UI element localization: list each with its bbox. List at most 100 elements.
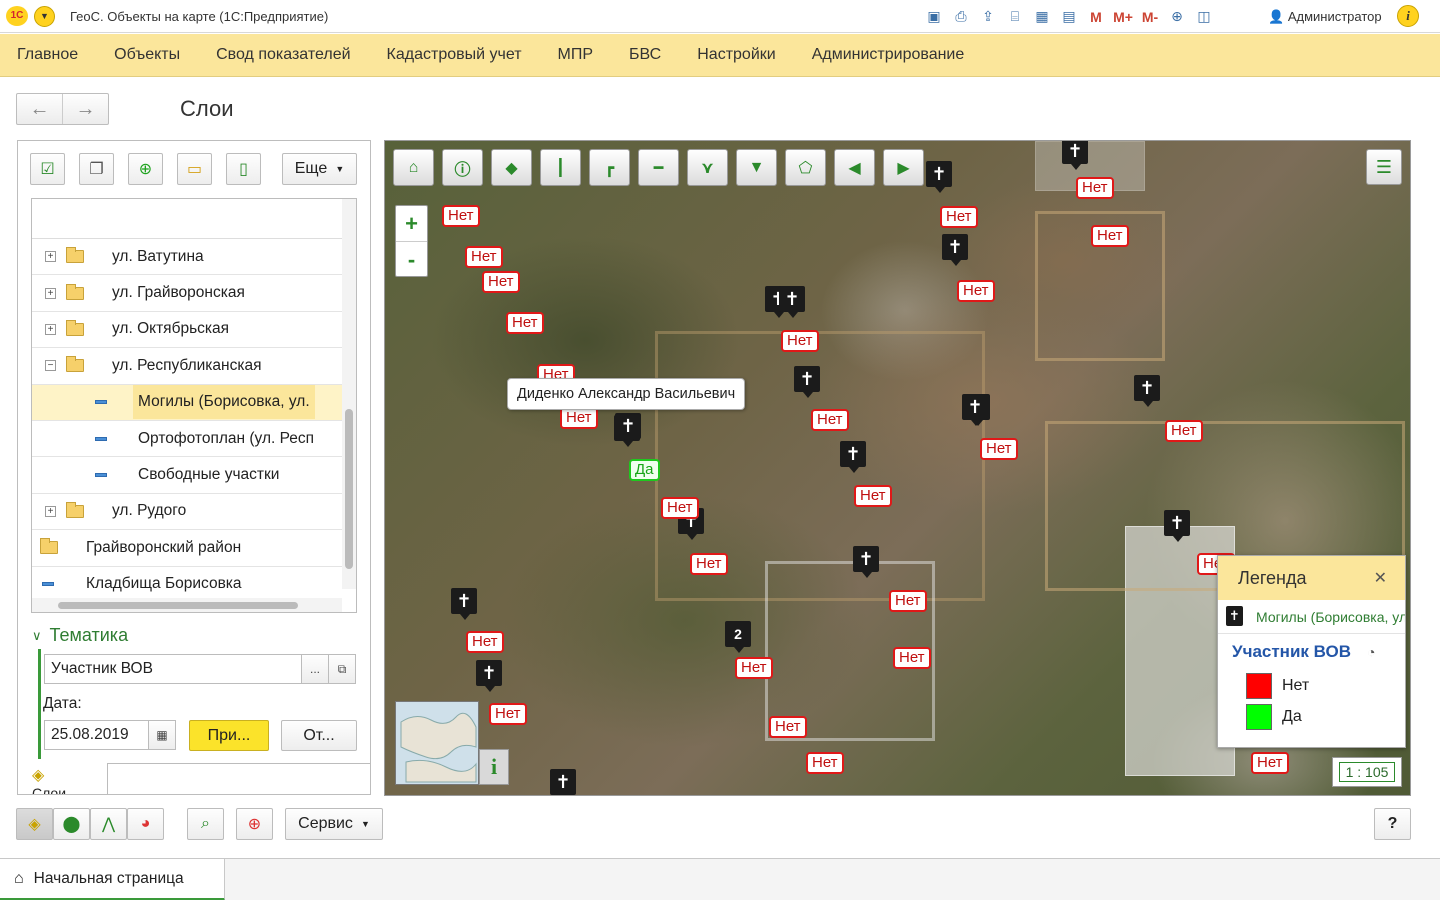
status-tag-no[interactable]: Нет bbox=[854, 485, 892, 507]
measure-length-icon[interactable]: ┃ bbox=[540, 149, 581, 186]
measure-area-icon[interactable]: ┏ bbox=[589, 149, 630, 186]
more-button[interactable]: Еще ▼ bbox=[282, 153, 357, 185]
section-cadastre[interactable]: Кадастровый учет bbox=[387, 46, 522, 64]
thematic-group-toggle[interactable]: ∨ Тематика bbox=[32, 625, 128, 646]
panels-icon[interactable]: ◫ bbox=[1192, 5, 1216, 29]
copy-icon[interactable]: ❐ bbox=[79, 153, 114, 185]
grave-marker[interactable]: ✝ bbox=[853, 546, 881, 580]
expand-icon[interactable]: + bbox=[45, 323, 56, 335]
status-tag-no[interactable]: Нет bbox=[482, 271, 520, 293]
grave-marker[interactable]: ✝ bbox=[451, 588, 479, 622]
main-menu-button[interactable]: ▼ bbox=[34, 6, 55, 27]
print-icon[interactable]: ⎙ bbox=[949, 5, 973, 29]
status-tag-no[interactable]: Нет bbox=[893, 647, 931, 669]
status-tag-no[interactable]: Нет bbox=[560, 407, 598, 429]
calendar-icon[interactable]: ▦ bbox=[148, 720, 176, 750]
status-tag-no[interactable]: Нет bbox=[940, 206, 978, 228]
grave-marker[interactable]: ✝ bbox=[615, 413, 643, 447]
section-main[interactable]: Главное bbox=[17, 46, 78, 64]
grave-marker[interactable]: ✝ bbox=[926, 161, 954, 195]
grave-marker[interactable]: ✝ bbox=[779, 286, 807, 320]
tree-vertical-scrollbar[interactable] bbox=[342, 199, 356, 589]
status-tag-no[interactable]: Нет bbox=[466, 631, 504, 653]
calendar-icon[interactable]: ▤ bbox=[1057, 5, 1081, 29]
tree-row[interactable]: Ортофотоплан (ул. Респ bbox=[32, 421, 342, 458]
info-icon[interactable]: i bbox=[1397, 5, 1419, 27]
minimap-toggle-button[interactable]: i bbox=[479, 749, 509, 785]
status-tag-no[interactable]: Нет bbox=[465, 246, 503, 268]
cancel-button[interactable]: От... bbox=[281, 720, 357, 751]
overview-minimap[interactable] bbox=[395, 701, 479, 785]
grave-marker[interactable]: ✝ bbox=[476, 660, 504, 694]
status-tag-no[interactable]: Нет bbox=[661, 497, 699, 519]
layers-mode-icon[interactable]: ◈ bbox=[16, 808, 53, 840]
open-icon[interactable]: ⧉ bbox=[328, 654, 356, 684]
add-icon[interactable]: ⊕ bbox=[128, 153, 163, 185]
section-mpr[interactable]: МПР bbox=[558, 46, 594, 64]
memory-minus-button[interactable]: M- bbox=[1138, 5, 1162, 29]
pan-icon[interactable]: ◆ bbox=[491, 149, 532, 186]
filter-icon[interactable]: ▼ bbox=[736, 149, 777, 186]
grave-marker[interactable]: ✝ bbox=[1062, 141, 1090, 172]
tree-row[interactable]: + ул. Октябрьская bbox=[32, 312, 342, 349]
collapse-icon[interactable]: − bbox=[45, 360, 56, 372]
section-indicators[interactable]: Свод показателей bbox=[216, 46, 350, 64]
tab-home-page[interactable]: ⌂ Начальная страница bbox=[0, 859, 225, 900]
thematic-field[interactable]: Участник ВОВ bbox=[44, 654, 302, 684]
search-icon[interactable]: ⌕ bbox=[187, 808, 224, 840]
zoom-in-button[interactable]: + bbox=[396, 206, 427, 242]
status-tag-no[interactable]: Нет bbox=[506, 312, 544, 334]
section-bvs[interactable]: БВС bbox=[629, 46, 661, 64]
close-icon[interactable]: ✕ bbox=[1374, 568, 1387, 588]
status-tag-no[interactable]: Нет bbox=[811, 409, 849, 431]
upload-icon[interactable]: ⇪ bbox=[976, 5, 1000, 29]
date-field[interactable]: 25.08.2019 bbox=[44, 720, 149, 750]
tree-row[interactable]: + ул. Грайворонская bbox=[32, 275, 342, 312]
map-pin-icon[interactable]: ⬤ bbox=[53, 808, 90, 840]
back-arrow-icon[interactable]: ← bbox=[17, 94, 63, 124]
status-tag-no[interactable]: Нет bbox=[1091, 225, 1129, 247]
status-tag-no[interactable]: Нет bbox=[980, 438, 1018, 460]
expand-icon[interactable]: + bbox=[45, 287, 56, 299]
status-tag-no[interactable]: Нет bbox=[489, 703, 527, 725]
scrollbar-thumb[interactable] bbox=[58, 602, 298, 609]
tree-row[interactable]: − ул. Республиканская bbox=[32, 348, 342, 385]
status-tag-no[interactable]: Нет bbox=[806, 752, 844, 774]
section-administration[interactable]: Администрирование bbox=[812, 46, 965, 64]
status-tag-no[interactable]: Нет bbox=[769, 716, 807, 738]
apply-button[interactable]: При... bbox=[189, 720, 269, 751]
add-layer-icon[interactable]: ▯ bbox=[226, 153, 261, 185]
view-back-icon[interactable]: ◀ bbox=[834, 149, 875, 186]
tree-row-selected[interactable]: Могилы (Борисовка, ул. bbox=[32, 384, 342, 421]
forward-arrow-icon[interactable]: → bbox=[63, 94, 108, 124]
service-menu-button[interactable]: Сервис ▼ bbox=[285, 808, 383, 840]
tree-row[interactable]: Свободные участки bbox=[32, 457, 342, 494]
status-tag-no[interactable]: Нет bbox=[1165, 420, 1203, 442]
calculator-icon[interactable]: ▦ bbox=[1030, 5, 1054, 29]
section-settings[interactable]: Настройки bbox=[697, 46, 775, 64]
compass-icon[interactable]: ⋀ bbox=[90, 808, 127, 840]
help-button[interactable]: ? bbox=[1374, 808, 1411, 840]
status-tag-no[interactable]: Нет bbox=[889, 590, 927, 612]
view-forward-icon[interactable]: ▶ bbox=[883, 149, 924, 186]
ruler-icon[interactable]: ━ bbox=[638, 149, 679, 186]
tree-horizontal-scrollbar[interactable] bbox=[32, 598, 342, 612]
memory-plus-button[interactable]: M+ bbox=[1111, 5, 1135, 29]
expand-icon[interactable]: + bbox=[45, 251, 56, 263]
polygon-select-icon[interactable]: ⬠ bbox=[785, 149, 826, 186]
grave-marker[interactable]: ✝ bbox=[1134, 375, 1162, 409]
map-view[interactable]: ✝ ✝ ✝ ✝ ✝ ✝ ✝ ✝ ✝ ✝ ✝ ✝ ✝ 2 ✝ ✝ ✝ ✝ ✝ Не… bbox=[384, 140, 1411, 796]
status-tag-no[interactable]: Нет bbox=[781, 330, 819, 352]
status-tag-no[interactable]: Нет bbox=[1076, 177, 1114, 199]
scanner-icon[interactable]: ⌸ bbox=[1003, 5, 1027, 29]
grave-marker[interactable]: ✝ bbox=[1164, 510, 1192, 544]
choose-button[interactable]: ... bbox=[301, 654, 329, 684]
tab-layers[interactable]: ◈ Слои bbox=[18, 763, 108, 794]
check-all-icon[interactable]: ☑ bbox=[30, 153, 65, 185]
status-tag-no[interactable]: Нет bbox=[957, 280, 995, 302]
grave-marker[interactable]: ✝ bbox=[962, 394, 990, 428]
home-icon[interactable]: ⌂ bbox=[393, 149, 434, 186]
section-objects[interactable]: Объекты bbox=[114, 46, 180, 64]
target-icon[interactable]: ⊕ bbox=[236, 808, 273, 840]
chart-pie-icon[interactable]: ◕ bbox=[127, 808, 164, 840]
